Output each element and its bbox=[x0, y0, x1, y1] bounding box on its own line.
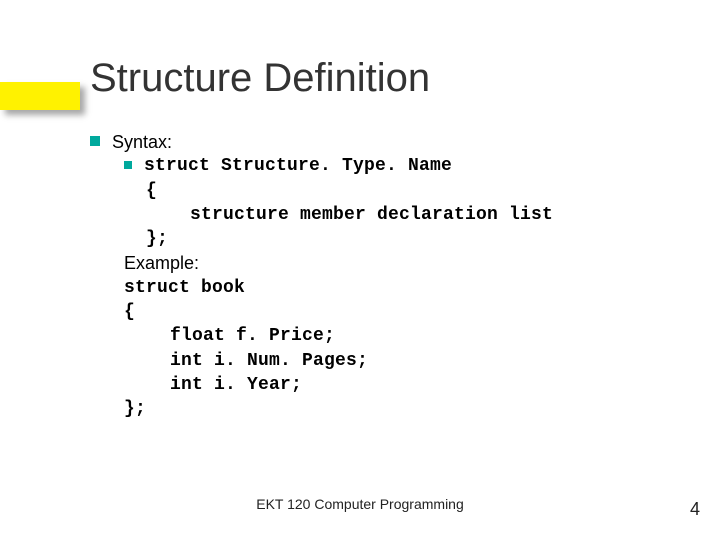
example-close-brace: }; bbox=[124, 397, 650, 421]
syntax-struct-name: struct Structure. Type. Name bbox=[144, 154, 452, 178]
example-struct-decl: struct book bbox=[124, 276, 650, 300]
syntax-open-brace: { bbox=[146, 179, 650, 203]
syntax-close-brace: }; bbox=[146, 227, 650, 251]
example-member-1: float f. Price; bbox=[170, 324, 650, 348]
square-bullet-icon bbox=[124, 161, 132, 169]
bullet-row-struct-decl: struct Structure. Type. Name bbox=[124, 154, 650, 178]
example-member-2: int i. Num. Pages; bbox=[170, 349, 650, 373]
bullet-row-syntax: Syntax: bbox=[90, 130, 650, 154]
accent-bar bbox=[0, 82, 80, 110]
footer-text: EKT 120 Computer Programming bbox=[0, 496, 720, 512]
example-member-3: int i. Year; bbox=[170, 373, 650, 397]
syntax-member-list: structure member declaration list bbox=[190, 203, 650, 227]
example-open-brace: { bbox=[124, 300, 650, 324]
page-number: 4 bbox=[690, 499, 700, 520]
syntax-label: Syntax: bbox=[112, 130, 172, 154]
example-label: Example: bbox=[124, 251, 650, 275]
slide-title: Structure Definition bbox=[90, 56, 430, 101]
slide-content: Syntax: struct Structure. Type. Name { s… bbox=[90, 130, 650, 422]
square-bullet-icon bbox=[90, 136, 100, 146]
